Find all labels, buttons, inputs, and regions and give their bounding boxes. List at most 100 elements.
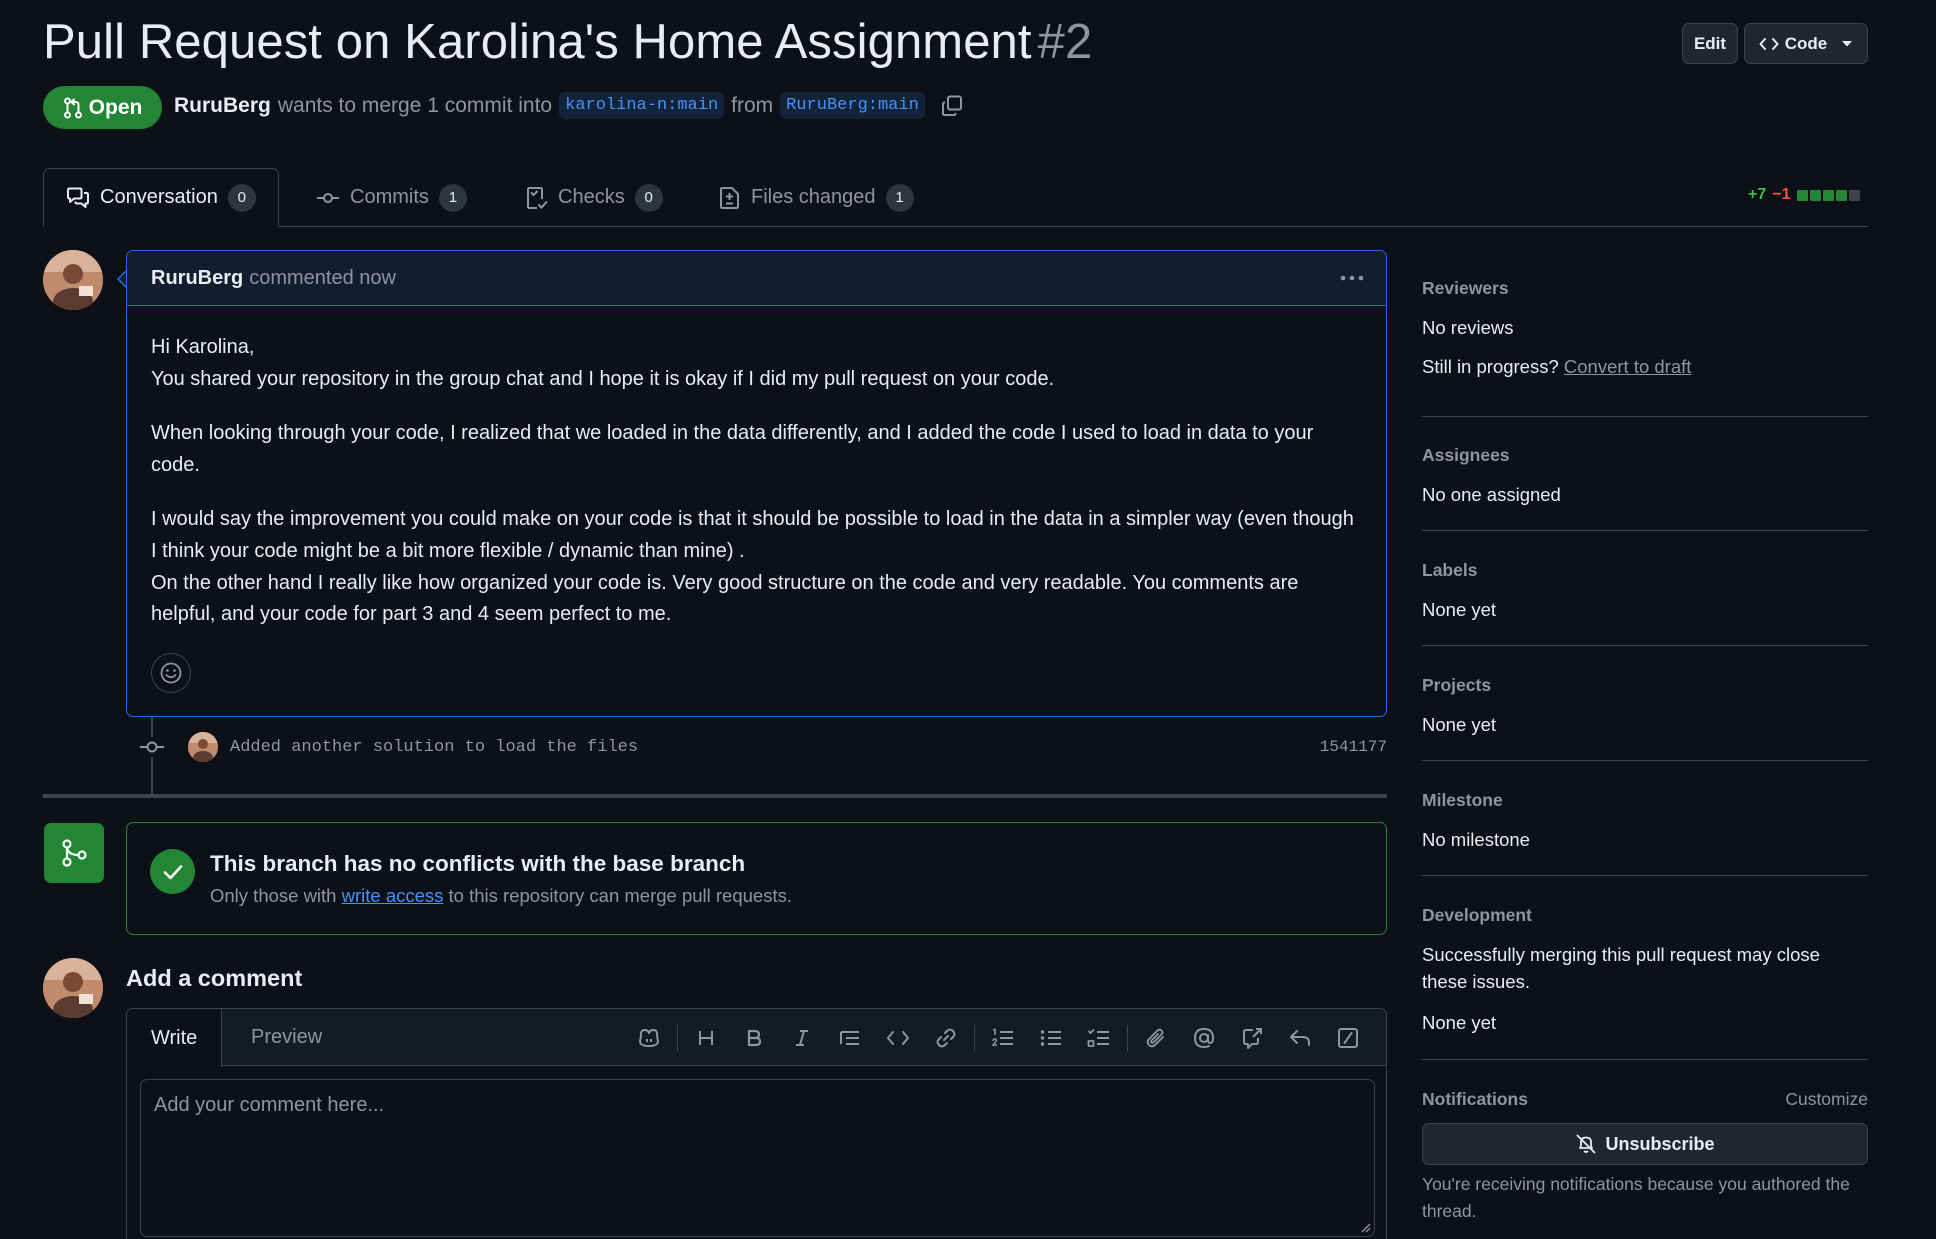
toolbar-divider — [974, 1024, 975, 1051]
copilot-icon[interactable] — [625, 1018, 673, 1058]
sidebar-divider — [1422, 1059, 1868, 1060]
merge-status-icon — [44, 823, 104, 883]
status-badge-label: Open — [88, 95, 143, 119]
comment-box: RuruBerg commented now Hi Karolina, You … — [126, 250, 1387, 717]
status-badge: Open — [43, 86, 162, 129]
tab-conversation[interactable]: Conversation 0 — [43, 168, 279, 227]
code-icon — [1759, 36, 1779, 52]
tasklist-icon[interactable] — [1075, 1018, 1123, 1058]
checklist-icon — [526, 186, 548, 210]
git-merge-icon — [58, 837, 90, 869]
bold-icon[interactable] — [730, 1018, 778, 1058]
tab-counter: 0 — [634, 183, 663, 212]
sidebar-divider — [1422, 875, 1868, 876]
diffstat-additions: +7 — [1748, 186, 1767, 203]
pr-author[interactable]: RuruBerg — [174, 94, 271, 118]
page-title: Pull Request on Karolina's Home Assignme… — [43, 14, 1092, 70]
code-icon[interactable] — [874, 1018, 922, 1058]
reply-icon[interactable] — [1276, 1018, 1324, 1058]
comment-line: You shared your repository in the group … — [151, 367, 1055, 390]
timeline-divider — [43, 794, 1387, 798]
tab-checks[interactable]: Checks 0 — [504, 168, 685, 227]
commit-sha[interactable]: 1541177 — [1320, 738, 1387, 756]
merge-sub-after: to this repository can merge pull reques… — [448, 885, 792, 906]
commit-item: Added another solution to load the files… — [138, 730, 1387, 764]
milestone-heading[interactable]: Milestone — [1422, 790, 1503, 811]
tab-label: Commits — [350, 186, 429, 208]
markdown-toolbar — [625, 1009, 1372, 1066]
commit-message[interactable]: Added another solution to load the files — [230, 738, 638, 757]
toolbar-divider — [1127, 1024, 1128, 1051]
merge-box — [126, 822, 1387, 935]
convert-to-draft-link[interactable]: Convert to draft — [1564, 356, 1692, 377]
comment-timestamp: commented now — [249, 266, 396, 289]
unordered-list-icon[interactable] — [1027, 1018, 1075, 1058]
from-text: from — [731, 93, 774, 117]
mention-icon[interactable] — [1180, 1018, 1228, 1058]
sidebar-divider — [1422, 416, 1868, 417]
comment-author[interactable]: RuruBerg — [151, 267, 243, 290]
tab-label: Files changed — [751, 186, 876, 208]
diffstat-bar — [1796, 189, 1860, 201]
draft-prompt: Still in progress? Convert to draft — [1422, 356, 1691, 378]
edit-button-label: Edit — [1693, 33, 1727, 53]
ordered-list-icon[interactable] — [979, 1018, 1027, 1058]
pr-number: #2 — [1037, 15, 1093, 69]
kebab-icon[interactable] — [1338, 268, 1366, 288]
comment-paragraph: I would say the improvement you could ma… — [151, 504, 1362, 630]
base-branch[interactable]: karolina-n:main — [559, 92, 725, 119]
diffstat: +7 −1 — [1748, 186, 1860, 204]
tab-preview[interactable]: Preview — [227, 1009, 346, 1066]
assignees-heading[interactable]: Assignees — [1422, 445, 1510, 466]
tab-files-changed[interactable]: Files changed 1 — [697, 168, 936, 227]
code-button[interactable]: Code — [1744, 23, 1868, 64]
file-diff-icon — [719, 186, 741, 210]
merge-text: wants to merge 1 commit into — [277, 93, 553, 117]
commit-avatar[interactable] — [188, 732, 218, 762]
head-branch[interactable]: RuruBerg:main — [780, 92, 925, 119]
quote-icon[interactable] — [826, 1018, 874, 1058]
projects-heading[interactable]: Projects — [1422, 675, 1491, 696]
tab-label: Conversation — [100, 186, 218, 208]
add-reaction-button[interactable] — [151, 653, 191, 693]
customize-link[interactable]: Customize — [1785, 1089, 1868, 1110]
paperclip-icon[interactable] — [1132, 1018, 1180, 1058]
labels-value: None yet — [1422, 599, 1497, 620]
assignees-value: No one assigned — [1422, 484, 1561, 505]
write-access-link[interactable]: write access — [342, 885, 444, 906]
tab-commits[interactable]: Commits 1 — [294, 168, 489, 227]
edit-button[interactable]: Edit — [1682, 23, 1738, 64]
tab-write[interactable]: Write — [127, 1009, 223, 1067]
link-icon[interactable] — [922, 1018, 970, 1058]
avatar[interactable] — [43, 250, 103, 310]
comment-greeting: Hi Karolina, — [151, 336, 255, 358]
pr-meta: RuruBerg wants to merge 1 commit into ka… — [174, 92, 964, 119]
smiley-icon — [159, 661, 183, 685]
comment-discussion-icon — [66, 187, 90, 209]
resize-handle-icon[interactable] — [1359, 1221, 1371, 1233]
comment-paragraph: When looking through your code, I realiz… — [151, 422, 1314, 476]
reviewers-heading[interactable]: Reviewers — [1422, 278, 1509, 299]
unsubscribe-button[interactable]: Unsubscribe — [1422, 1123, 1868, 1165]
editor-header: Write Preview — [127, 1009, 1386, 1067]
tab-counter: 1 — [885, 183, 914, 212]
copy-icon[interactable] — [940, 94, 964, 118]
comment-input[interactable]: Add your comment here... — [140, 1079, 1375, 1237]
sidebar-divider — [1422, 645, 1868, 646]
avatar[interactable] — [43, 958, 103, 1018]
development-value: None yet — [1422, 1012, 1497, 1033]
labels-heading[interactable]: Labels — [1422, 560, 1477, 581]
cross-reference-icon[interactable] — [1228, 1018, 1276, 1058]
projects-value: None yet — [1422, 714, 1497, 735]
development-heading[interactable]: Development — [1422, 905, 1532, 926]
heading-icon[interactable] — [682, 1018, 730, 1058]
merge-sub-before: Only those with — [210, 885, 337, 906]
code-button-label: Code — [1784, 33, 1828, 53]
comment-editor: Write Preview Add your comment here... — [126, 1008, 1387, 1239]
commit-icon — [316, 190, 340, 206]
slash-icon[interactable] — [1324, 1018, 1372, 1058]
comment-body: Hi Karolina, You shared your repository … — [127, 306, 1386, 631]
unsubscribe-label: Unsubscribe — [1605, 1133, 1715, 1154]
italic-icon[interactable] — [778, 1018, 826, 1058]
sidebar-divider — [1422, 530, 1868, 531]
